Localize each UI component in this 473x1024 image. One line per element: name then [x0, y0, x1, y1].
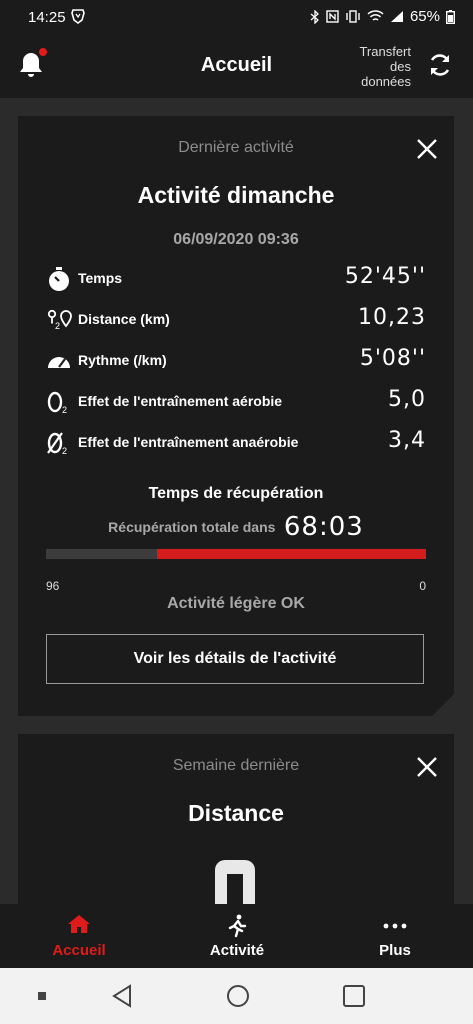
pace-gauge-icon	[48, 357, 70, 368]
metric-row-aerobic: 2 Effet de l'entraînement aérobie 5,0	[46, 387, 426, 417]
signal-icon	[390, 11, 403, 22]
transfer-line-3: données	[361, 74, 411, 89]
last-activity-card: Dernière activité Activité dimanche 06/0…	[18, 116, 454, 716]
recovery-total-value: 68:03	[283, 512, 364, 542]
distance-gauge-icon	[215, 860, 255, 906]
runner-icon	[228, 914, 247, 938]
o2-anaerobic-icon: 2	[47, 432, 67, 456]
transfer-line-1: Transfert	[359, 44, 411, 59]
nav-item-activity[interactable]: Activité	[158, 904, 316, 968]
corner-decoration	[432, 694, 454, 716]
metric-value: 10,23	[358, 305, 426, 330]
system-navigation-bar	[0, 968, 473, 1024]
home-button-icon[interactable]	[226, 984, 250, 1008]
recovery-title: Temps de récupération	[148, 485, 324, 502]
svg-text:2: 2	[55, 321, 60, 331]
nav-label: Accueil	[52, 942, 106, 959]
card-title: Distance	[188, 800, 284, 826]
recovery-total-label: Récupération totale dans	[108, 519, 276, 535]
recovery-scale-max: 96	[46, 579, 60, 593]
metric-label: Effet de l'entraînement anaérobie	[78, 434, 299, 450]
recovery-status: Activité légère OK	[167, 595, 305, 612]
metric-label: Temps	[78, 270, 123, 286]
back-icon[interactable]	[110, 984, 134, 1008]
bluetooth-icon	[310, 9, 319, 24]
recovery-total: Récupération totale dans 68:03	[18, 512, 454, 542]
stopwatch-icon	[49, 267, 69, 291]
metric-label: Effet de l'entraînement aérobie	[78, 393, 283, 409]
bottom-navigation: Accueil Activité Plus	[0, 904, 473, 968]
data-transfer-label[interactable]: Transfert des données	[359, 44, 411, 89]
metric-row-anaerobic: 2 Effet de l'entraînement anaérobie 3,4	[46, 428, 426, 458]
close-icon[interactable]	[416, 756, 438, 778]
metric-label: Distance (km)	[78, 311, 170, 327]
activity-title: Activité dimanche	[137, 182, 335, 208]
brave-shield-icon	[71, 9, 85, 24]
battery-percent: 65%	[409, 8, 440, 25]
metric-value: 5'08''	[359, 346, 426, 371]
vibrate-icon	[346, 10, 360, 23]
distance-pin-icon: 2	[47, 309, 72, 331]
recovery-scale-min: 0	[419, 579, 426, 593]
app-bar: Accueil Transfert des données	[0, 34, 473, 98]
overview-icon[interactable]	[342, 984, 366, 1008]
recovery-progress-bar	[46, 549, 426, 559]
home-icon	[68, 915, 90, 933]
close-icon[interactable]	[416, 138, 438, 160]
metric-label: Rythme (/km)	[78, 352, 167, 368]
sync-icon[interactable]	[427, 52, 453, 78]
recovery-progress-fill	[156, 549, 426, 559]
card-header: Semaine dernière	[172, 757, 300, 774]
wifi-icon	[367, 10, 384, 21]
o2-aerobic-icon: 2	[47, 391, 67, 415]
nav-item-home[interactable]: Accueil	[0, 904, 158, 968]
metric-value: 5,0	[388, 387, 426, 412]
status-time: 14:25	[28, 9, 66, 26]
metric-row-distance: 2 Distance (km) 10,23	[46, 305, 426, 335]
metric-value: 52'45''	[344, 264, 426, 289]
metric-row-pace: Rythme (/km) 5'08''	[46, 346, 426, 376]
nav-item-more[interactable]: Plus	[316, 904, 473, 968]
view-activity-details-button[interactable]: Voir les détails de l'activité	[46, 634, 424, 684]
svg-text:2: 2	[62, 405, 67, 415]
card-header: Dernière activité	[178, 139, 294, 156]
nfc-icon	[326, 10, 339, 23]
nav-label: Activité	[209, 942, 265, 959]
more-dots-icon	[383, 923, 407, 929]
transfer-line-2: des	[390, 59, 411, 74]
status-bar: 14:25 65%	[0, 0, 473, 34]
activity-datetime: 06/09/2020 09:36	[173, 231, 299, 248]
recent-apps-icon[interactable]	[38, 992, 46, 1000]
svg-text:2: 2	[62, 446, 67, 456]
nav-label: Plus	[379, 942, 411, 959]
battery-icon	[446, 9, 455, 24]
metric-value: 3,4	[388, 428, 426, 453]
metric-row-time: Temps 52'45''	[46, 264, 426, 294]
